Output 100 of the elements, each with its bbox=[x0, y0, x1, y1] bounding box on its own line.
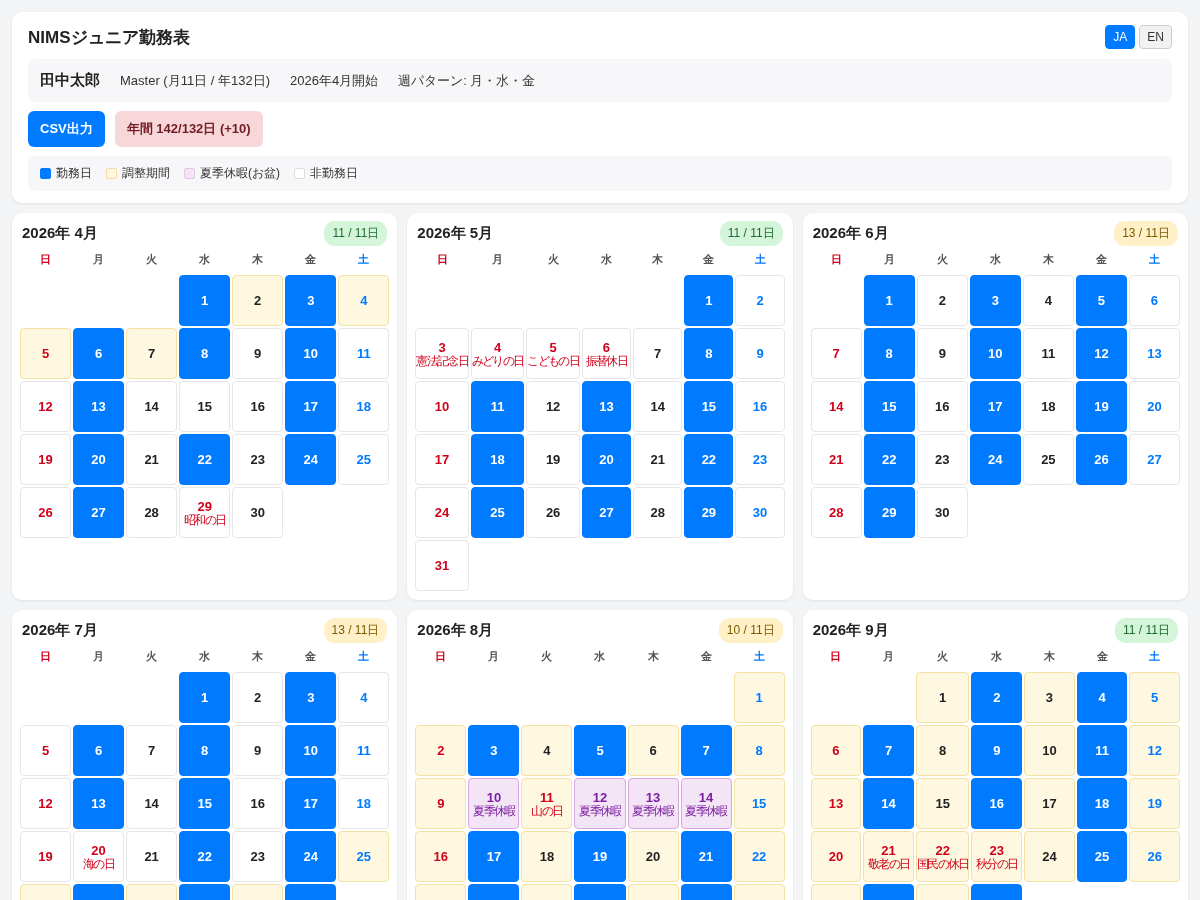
month-title: 2026年 5月 bbox=[417, 223, 494, 243]
holiday-label: 夏季休暇 bbox=[473, 804, 515, 818]
weekday-label: 土 bbox=[753, 252, 767, 267]
weekday-label: 水 bbox=[599, 252, 613, 267]
language-button[interactable]: JA bbox=[1105, 25, 1136, 49]
day-number: 11 bbox=[490, 399, 505, 414]
day-number: 26 bbox=[1147, 849, 1162, 864]
day-number: 9 bbox=[756, 346, 764, 361]
day-number: 18 bbox=[1041, 399, 1056, 414]
day-number: 11 bbox=[540, 789, 554, 805]
day-number: 14 bbox=[881, 796, 896, 811]
day-number: 19 bbox=[545, 452, 561, 467]
weekday-label: 木 bbox=[1042, 649, 1056, 664]
day-number: 1 bbox=[939, 690, 947, 705]
day-number: 25 bbox=[1094, 849, 1110, 864]
day-number: 2 bbox=[437, 743, 445, 758]
day-number: 3 bbox=[438, 339, 446, 355]
day-number: 12 bbox=[38, 399, 53, 414]
day-number: 11 bbox=[1041, 346, 1056, 361]
day-number: 12 bbox=[592, 789, 608, 805]
day-number: 19 bbox=[1147, 796, 1162, 811]
day-number: 12 bbox=[545, 399, 561, 414]
day-number: 17 bbox=[1042, 796, 1057, 811]
day-number: 4 bbox=[360, 293, 368, 308]
month-title: 2026年 8月 bbox=[417, 620, 494, 640]
day-number: 7 bbox=[148, 346, 156, 361]
weekday-label: 月 bbox=[487, 649, 501, 664]
weekday-label: 木 bbox=[251, 649, 265, 664]
month-count-badge: 13 / 11日 bbox=[323, 617, 388, 643]
weekday-label: 金 bbox=[1094, 252, 1108, 267]
day-number: 4 bbox=[494, 339, 502, 355]
info-text: 2026年4月開始 bbox=[290, 71, 379, 90]
day-number: 10 bbox=[1042, 743, 1057, 758]
day-number: 11 bbox=[1095, 743, 1109, 758]
day-number: 24 bbox=[303, 452, 318, 467]
day-number: 3 bbox=[307, 293, 315, 308]
day-number: 18 bbox=[539, 849, 555, 864]
day-number: 18 bbox=[356, 399, 372, 414]
month-count-badge: 11 / 11日 bbox=[719, 220, 783, 246]
weekday-label: 金 bbox=[699, 649, 713, 664]
day-number: 30 bbox=[752, 505, 768, 520]
weekday-label: 日 bbox=[434, 649, 448, 664]
day-number: 21 bbox=[144, 849, 159, 864]
day-number: 26 bbox=[545, 505, 561, 520]
weekday-label: 日 bbox=[435, 252, 449, 267]
day-number: 4 bbox=[1098, 690, 1106, 705]
day-number: 23 bbox=[250, 849, 265, 864]
csv-export-button[interactable]: CSV出力 bbox=[28, 111, 105, 147]
weekday-label: 火 bbox=[546, 252, 560, 267]
weekday-label: 木 bbox=[251, 252, 265, 267]
weekday-label: 日 bbox=[829, 252, 843, 267]
day-number: 14 bbox=[650, 399, 665, 414]
day-number: 13 bbox=[599, 399, 614, 414]
day-number: 15 bbox=[701, 399, 717, 414]
language-button[interactable]: EN bbox=[1139, 25, 1172, 49]
weekday-label: 月 bbox=[882, 252, 896, 267]
day-number: 9 bbox=[254, 346, 262, 361]
day-number: 13 bbox=[828, 796, 844, 811]
day-number: 16 bbox=[935, 399, 950, 414]
day-number: 10 bbox=[486, 789, 502, 805]
legend-label: 非勤務日 bbox=[310, 165, 358, 182]
weekday-label: 水 bbox=[990, 649, 1004, 664]
day-number: 24 bbox=[988, 452, 1003, 467]
day-number: 25 bbox=[356, 452, 372, 467]
holiday-label: 憲法記念日 bbox=[416, 354, 468, 368]
day-number: 3 bbox=[991, 293, 999, 308]
weekday-label: 水 bbox=[198, 252, 212, 267]
day-number: 15 bbox=[197, 399, 212, 414]
day-number: 10 bbox=[434, 399, 450, 414]
day-number: 17 bbox=[434, 452, 450, 467]
day-number: 14 bbox=[144, 399, 159, 414]
day-number: 27 bbox=[1147, 452, 1162, 467]
day-number: 2 bbox=[938, 293, 946, 308]
weekday-label: 土 bbox=[752, 649, 766, 664]
person-name: 田中太郎 bbox=[40, 71, 100, 90]
day-number: 13 bbox=[645, 789, 661, 805]
day-number: 8 bbox=[201, 346, 209, 361]
day-number: 10 bbox=[303, 743, 318, 758]
day-number: 9 bbox=[437, 796, 445, 811]
day-number: 27 bbox=[91, 505, 106, 520]
weekday-label: 火 bbox=[935, 252, 949, 267]
month-title: 2026年 9月 bbox=[812, 620, 889, 640]
day-number: 7 bbox=[654, 346, 662, 361]
page-title: NIMSジュニア勤務表 bbox=[28, 26, 190, 49]
day-number: 3 bbox=[490, 743, 498, 758]
day-number: 6 bbox=[832, 743, 840, 758]
weekday-label: 木 bbox=[1041, 252, 1055, 267]
weekday-label: 月 bbox=[882, 649, 896, 664]
month-count-badge: 10 / 11日 bbox=[718, 617, 783, 643]
day-number: 19 bbox=[592, 849, 608, 864]
day-number: 20 bbox=[1147, 399, 1162, 414]
day-number: 2 bbox=[756, 293, 764, 308]
day-number: 15 bbox=[751, 796, 767, 811]
holiday-label: 国民の休日 bbox=[916, 857, 969, 871]
holiday-label: 敬老の日 bbox=[868, 857, 910, 871]
holiday-label: 海の日 bbox=[83, 857, 114, 871]
day-number: 1 bbox=[201, 690, 209, 705]
annual-total-badge: 年間 142/132日 (+10) bbox=[114, 111, 263, 147]
day-number: 18 bbox=[356, 796, 372, 811]
weekday-label: 木 bbox=[651, 252, 665, 267]
